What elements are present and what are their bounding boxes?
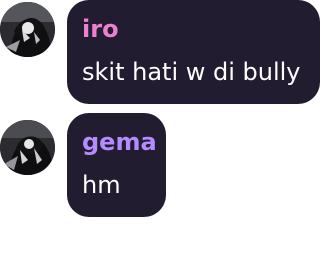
message-author-name[interactable]: gema xyxy=(82,128,157,156)
message-bubble[interactable]: iro skit hati w di bully xyxy=(67,0,320,104)
avatar-dark-character-icon xyxy=(0,120,55,175)
message-bubble[interactable]: gema hm xyxy=(67,113,166,217)
message-text: hm xyxy=(82,171,121,199)
avatar[interactable] xyxy=(0,2,55,57)
message-text: skit hati w di bully xyxy=(82,58,301,86)
avatar-dark-character-icon xyxy=(0,2,55,57)
message-author-name[interactable]: iro xyxy=(82,15,119,43)
avatar[interactable] xyxy=(0,120,55,175)
chat-thread: iro skit hati w di bully gema hm xyxy=(0,0,320,270)
